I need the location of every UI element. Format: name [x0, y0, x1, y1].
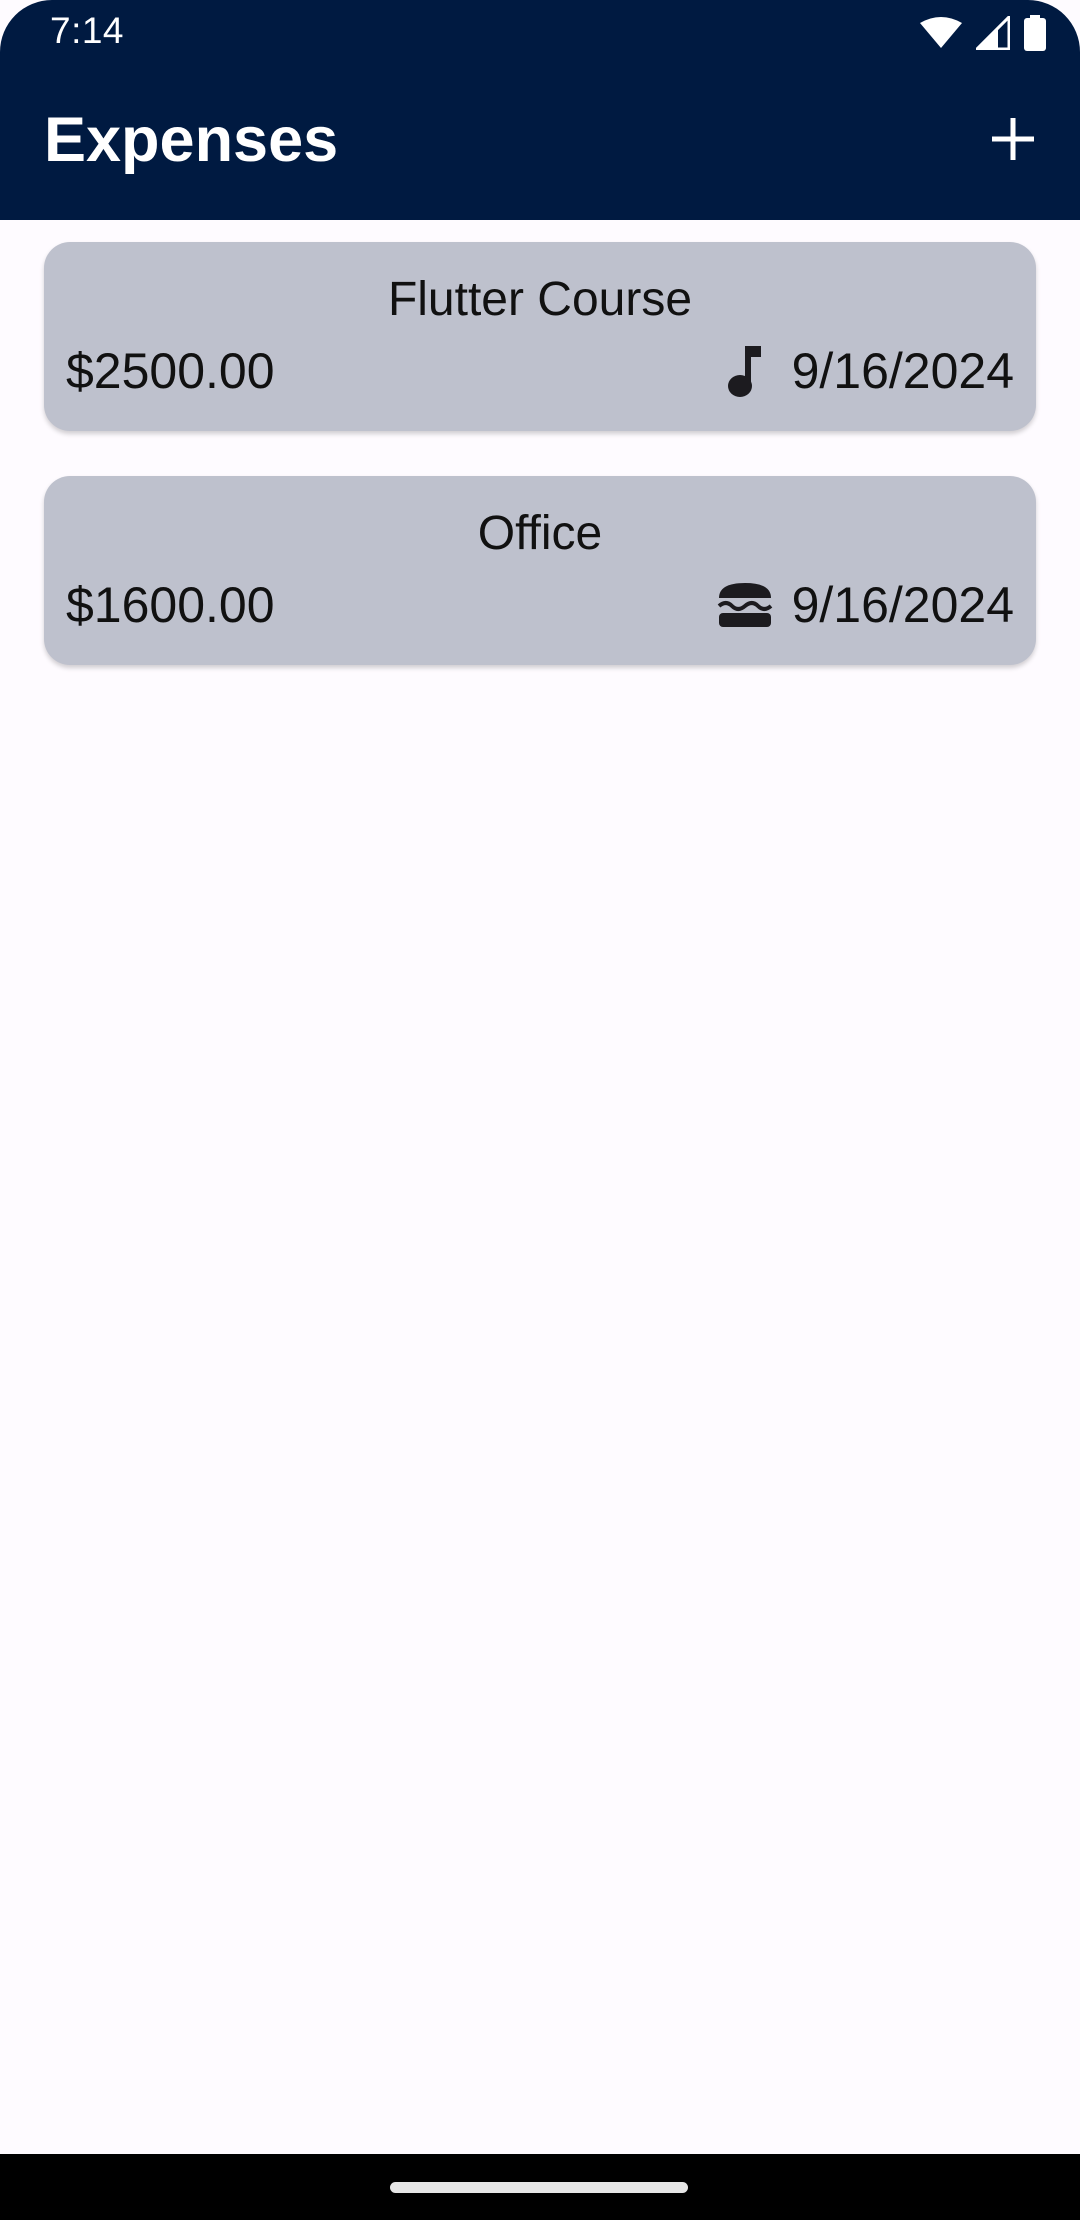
expense-card[interactable]: Office $1600.00 9/16/2024 [44, 476, 1036, 665]
status-time: 7:14 [50, 10, 125, 51]
expense-meta: 9/16/2024 [716, 342, 1014, 400]
battery-icon [1024, 15, 1046, 51]
music-note-icon [716, 342, 774, 400]
screen: 7:14 Expenses Flutter Course $2500.00 9/… [0, 0, 1080, 2220]
burger-icon [716, 576, 774, 634]
wifi-icon [920, 17, 962, 49]
navigation-bar [0, 2154, 1080, 2220]
page-title: Expenses [44, 105, 339, 175]
plus-icon [992, 117, 1034, 165]
app-bar: Expenses [0, 66, 1080, 220]
expense-meta: 9/16/2024 [716, 576, 1014, 634]
status-icons [920, 14, 1046, 52]
home-indicator[interactable] [390, 2182, 688, 2193]
expense-amount: $1600.00 [66, 577, 275, 633]
expense-list: Flutter Course $2500.00 9/16/2024 Office… [44, 242, 1036, 710]
expense-date: 9/16/2024 [791, 343, 1014, 399]
expense-amount: $2500.00 [66, 343, 275, 399]
status-bar: 7:14 [0, 0, 1080, 66]
expense-date: 9/16/2024 [791, 577, 1014, 633]
expense-title: Office [477, 507, 603, 560]
expense-title: Flutter Course [387, 273, 693, 326]
signal-icon [976, 16, 1010, 50]
add-expense-button[interactable] [968, 96, 1058, 186]
expense-card[interactable]: Flutter Course $2500.00 9/16/2024 [44, 242, 1036, 431]
